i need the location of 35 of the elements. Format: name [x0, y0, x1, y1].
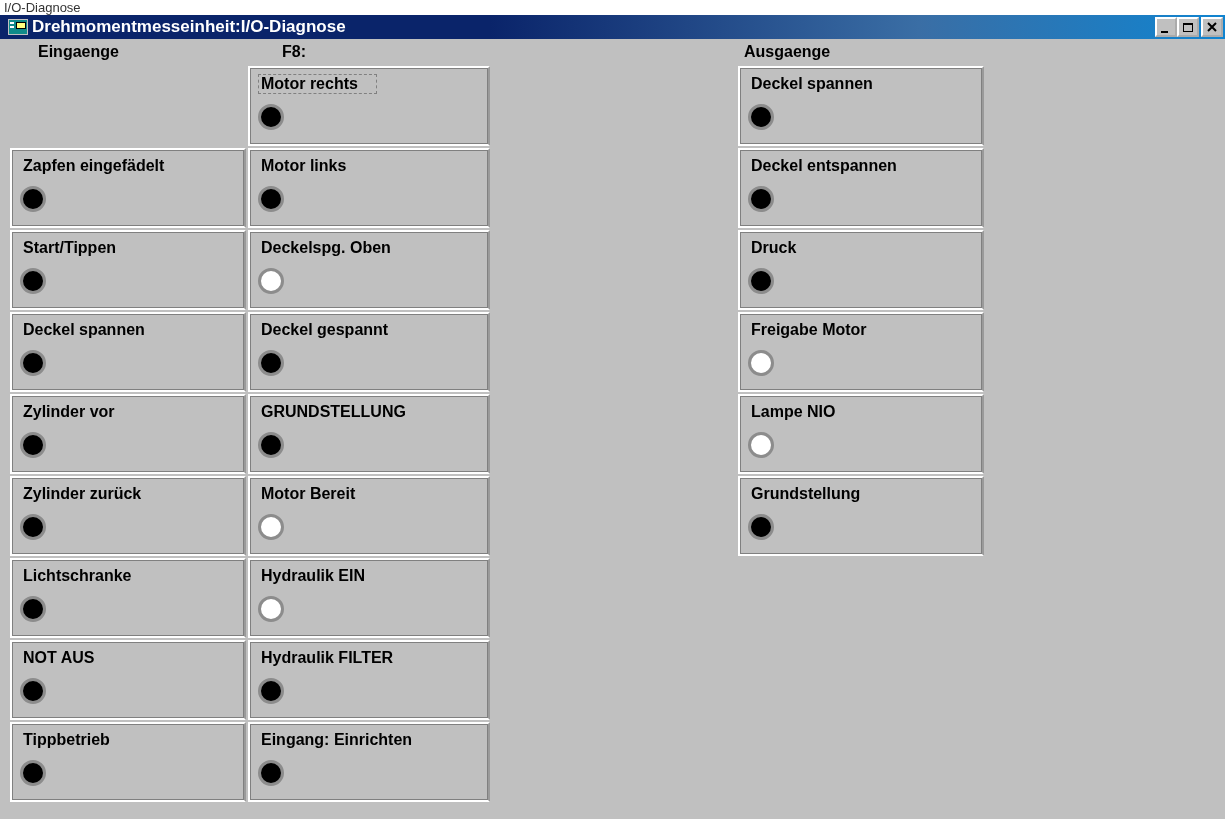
- maximize-icon: [1182, 22, 1194, 32]
- signal-label: Eingang: Einrichten: [260, 730, 414, 750]
- signal-label: Zylinder vor: [22, 402, 116, 422]
- signal-label: Druck: [750, 238, 798, 258]
- signal-label: GRUNDSTELLUNG: [260, 402, 407, 422]
- signal-label: Deckelspg. Oben: [260, 238, 392, 258]
- signal-label: Hydraulik EIN: [260, 566, 367, 586]
- maximize-button[interactable]: [1177, 17, 1199, 37]
- signal-label: Motor Bereit: [260, 484, 357, 504]
- close-icon: [1206, 22, 1218, 32]
- window-title: Drehmomentmesseinheit:I/O-Diagnose: [32, 17, 347, 37]
- page-caption: I/O-Diagnose: [4, 0, 81, 15]
- signal-label: Lampe NIO: [750, 402, 837, 422]
- column-heading: Eingaenge: [38, 42, 120, 62]
- signal-label: Freigabe Motor: [750, 320, 868, 340]
- minimize-button[interactable]: [1155, 17, 1177, 37]
- signal-label: Zapfen eingefädelt: [22, 156, 166, 176]
- signal-label: Motor rechts: [258, 74, 377, 94]
- signal-label: Tippbetrieb: [22, 730, 111, 750]
- minimize-icon: [1161, 31, 1168, 33]
- close-button[interactable]: [1201, 17, 1223, 37]
- signal-label: NOT AUS: [22, 648, 96, 668]
- app-icon: [8, 19, 28, 35]
- signal-label: Deckel gespannt: [260, 320, 390, 340]
- signal-label: Start/Tippen: [22, 238, 118, 258]
- signal-label: Motor links: [260, 156, 348, 176]
- signal-label: Grundstellung: [750, 484, 862, 504]
- column-heading: Ausgaenge: [744, 42, 832, 62]
- signal-label: Deckel spannen: [22, 320, 146, 340]
- column-heading: F8:: [282, 42, 307, 62]
- signal-label: Deckel spannen: [750, 74, 874, 94]
- signal-label: Hydraulik FILTER: [260, 648, 395, 668]
- signal-label: Zylinder zurück: [22, 484, 143, 504]
- signal-label: Deckel entspannen: [750, 156, 898, 176]
- signal-label: Lichtschranke: [22, 566, 133, 586]
